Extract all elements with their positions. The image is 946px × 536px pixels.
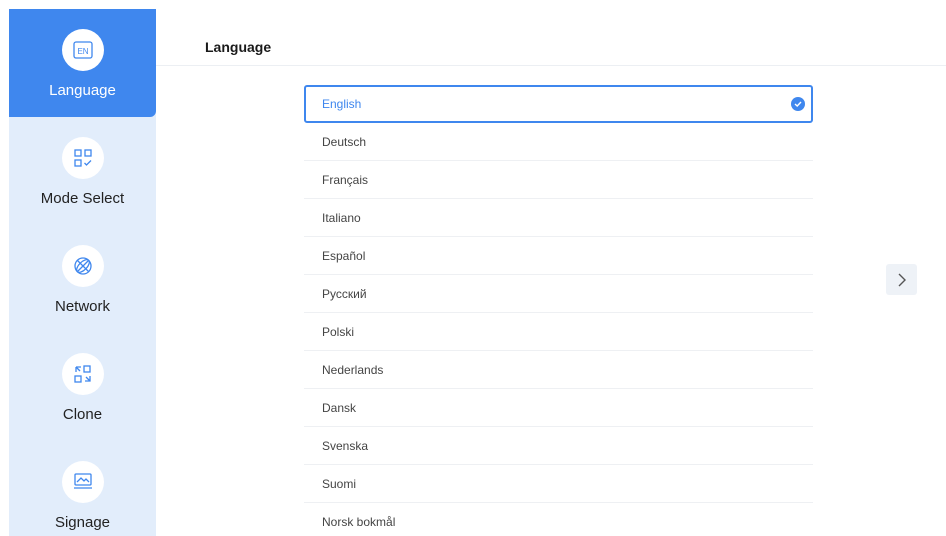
language-option-norsk[interactable]: Norsk bokmål	[304, 503, 813, 528]
language-option-label: Español	[322, 248, 366, 263]
en-icon: EN	[61, 29, 104, 71]
language-option-svenska[interactable]: Svenska	[304, 427, 813, 465]
language-option-espanol[interactable]: Español	[304, 237, 813, 275]
language-option-russian[interactable]: Русский	[304, 275, 813, 313]
sidebar-item-label: Signage	[54, 514, 111, 531]
language-list[interactable]: English Deutsch Français Italiano Españo…	[304, 85, 813, 527]
language-option-label: Svenska	[322, 438, 369, 453]
next-button[interactable]	[886, 264, 917, 295]
language-option-nederlands[interactable]: Nederlands	[304, 351, 813, 389]
sidebar-item-network[interactable]: Network	[9, 225, 156, 333]
svg-text:EN: EN	[77, 47, 88, 56]
language-option-label: Nederlands	[322, 362, 384, 377]
language-option-english[interactable]: English	[304, 85, 813, 123]
sidebar-item-language[interactable]: EN Language	[9, 9, 156, 117]
mode-select-icon	[61, 137, 104, 179]
language-option-label: Suomi	[322, 476, 357, 491]
language-option-label: English	[322, 97, 362, 111]
sidebar-item-label: Clone	[62, 406, 103, 423]
language-option-suomi[interactable]: Suomi	[304, 465, 813, 503]
chevron-right-icon	[898, 273, 906, 286]
sidebar-item-clone[interactable]: Clone	[9, 333, 156, 441]
language-option-label: Русский	[322, 286, 367, 301]
signage-icon	[61, 461, 104, 503]
language-option-francais[interactable]: Français	[304, 161, 813, 199]
title-divider	[156, 65, 946, 66]
language-option-label: Français	[322, 172, 369, 187]
language-option-italiano[interactable]: Italiano	[304, 199, 813, 237]
sidebar-item-signage[interactable]: Signage	[9, 441, 156, 536]
settings-window: EN Language Mode Select Network Clone Si…	[9, 9, 946, 536]
sidebar-item-label: Network	[54, 298, 110, 315]
language-option-label: Italiano	[322, 210, 361, 225]
main-panel: Language English Deutsch Français Italia…	[156, 9, 946, 536]
language-option-label: Norsk bokmål	[322, 514, 396, 528]
checkmark-icon	[791, 97, 805, 111]
language-option-polski[interactable]: Polski	[304, 313, 813, 351]
language-option-deutsch[interactable]: Deutsch	[304, 123, 813, 161]
clone-icon	[61, 353, 104, 395]
language-option-dansk[interactable]: Dansk	[304, 389, 813, 427]
sidebar-item-label: Mode Select	[40, 190, 125, 207]
sidebar-item-label: Language	[49, 82, 116, 99]
sidebar: EN Language Mode Select Network Clone Si…	[9, 9, 156, 536]
sidebar-item-mode-select[interactable]: Mode Select	[9, 117, 156, 225]
globe-icon	[61, 245, 104, 287]
page-title: Language	[205, 39, 272, 55]
language-option-label: Dansk	[322, 400, 357, 415]
language-option-label: Deutsch	[322, 134, 367, 149]
language-option-label: Polski	[322, 324, 355, 339]
